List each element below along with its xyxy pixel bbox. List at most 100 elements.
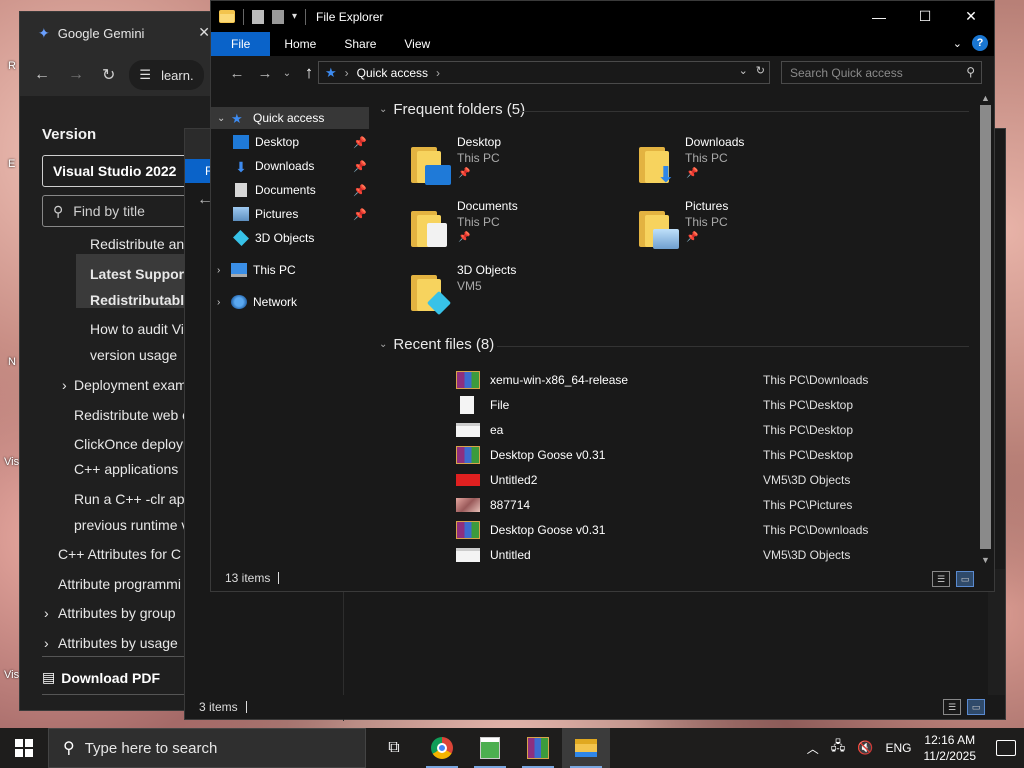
minimize-icon[interactable]: — xyxy=(856,1,902,32)
details-view-icon[interactable]: ☰ xyxy=(932,571,950,587)
expanded-chevron-icon[interactable]: ⌄ xyxy=(217,113,231,124)
breadcrumb[interactable]: Quick access xyxy=(357,66,428,80)
sidebar-item-network[interactable]: › Network xyxy=(211,291,369,313)
recent-files-header[interactable]: ⌄ Recent files (8) xyxy=(379,336,494,353)
clock[interactable]: 12:16 AM 11/2/2025 xyxy=(924,732,977,764)
frequent-folder-tile[interactable]: ⬇ Downloads This PC 📌 xyxy=(639,135,859,191)
collapsed-chevron-icon[interactable]: › xyxy=(217,297,231,308)
reload-icon[interactable]: ↻ xyxy=(102,65,115,85)
collapsed-chevron-icon[interactable]: › xyxy=(217,265,231,276)
toc-item[interactable]: ClickOnce deploym xyxy=(74,436,195,452)
tab-file[interactable]: File xyxy=(211,32,271,56)
toc-item[interactable]: How to audit Vi xyxy=(90,321,184,337)
forward-arrow-icon[interactable]: → xyxy=(251,58,279,88)
tiles-view-icon[interactable]: ▭ xyxy=(956,571,974,587)
collapse-chevron-icon[interactable]: ⌄ xyxy=(379,104,387,115)
large-icons-view-icon[interactable]: ▭ xyxy=(967,699,985,715)
list-item[interactable]: Desktop Goose v0.31 This PC\Desktop xyxy=(456,444,981,466)
details-view-icon[interactable]: ☰ xyxy=(943,699,961,715)
toc-expander-icon[interactable]: › xyxy=(44,635,49,651)
scroll-down-icon[interactable]: ▼ xyxy=(981,555,990,565)
chrome-taskbar-button[interactable] xyxy=(418,728,466,768)
toc-item[interactable]: Redistributable xyxy=(90,292,192,308)
customize-toolbar-icon[interactable]: ▾ xyxy=(292,11,297,22)
list-item[interactable]: 887714 This PC\Pictures xyxy=(456,494,981,516)
frequent-folders-header[interactable]: ⌄ Frequent folders (5) xyxy=(379,101,525,118)
toc-expander-icon[interactable]: › xyxy=(62,377,67,393)
desktop-icon-label[interactable]: Vis xyxy=(4,456,19,468)
toc-item[interactable]: Attributes by group xyxy=(58,605,176,621)
frequent-folder-tile[interactable]: Pictures This PC 📌 xyxy=(639,199,859,255)
show-hidden-icons-icon[interactable]: ︿ xyxy=(807,740,819,757)
maximize-icon[interactable]: ☐ xyxy=(902,1,948,32)
sidebar-item-downloads[interactable]: ⬇ Downloads 📌 xyxy=(211,155,369,177)
winrar-taskbar-button[interactable] xyxy=(514,728,562,768)
input-language[interactable]: ENG xyxy=(885,741,911,755)
sidebar-item-documents[interactable]: Documents 📌 xyxy=(211,179,369,201)
sidebar-item-3d-objects[interactable]: 3D Objects xyxy=(211,227,369,249)
list-item[interactable]: ea This PC\Desktop xyxy=(456,419,981,441)
toc-item[interactable]: version usage xyxy=(90,347,177,363)
toc-item[interactable]: Run a C++ -clr ap xyxy=(74,491,185,507)
sidebar-item-quick-access[interactable]: ⌄ ★ Quick access xyxy=(211,107,369,129)
recent-locations-icon[interactable]: ⌄ xyxy=(279,58,295,88)
list-item[interactable]: Untitled VM5\3D Objects xyxy=(456,544,981,566)
address-bar[interactable]: ★ › Quick access › ⌄ ↻ xyxy=(318,61,770,84)
toc-item[interactable]: Deployment exam xyxy=(74,377,187,393)
toc-item[interactable]: Latest Supporte xyxy=(90,266,197,282)
address-history-icon[interactable]: ⌄ xyxy=(739,64,748,77)
list-item[interactable]: Desktop Goose v0.31 This PC\Downloads xyxy=(456,519,981,541)
file-tab[interactable]: F xyxy=(185,159,212,183)
desktop-icon-label[interactable]: N xyxy=(8,356,16,368)
forward-arrow-icon[interactable]: → xyxy=(68,66,84,84)
toc-item[interactable]: C++ Attributes for C xyxy=(58,546,181,562)
tab-home[interactable]: Home xyxy=(270,32,330,56)
tab-view[interactable]: View xyxy=(390,32,444,56)
toc-item[interactable]: Redistribute web c xyxy=(74,407,189,423)
start-button[interactable] xyxy=(0,728,48,768)
toc-item[interactable]: C++ applications xyxy=(74,461,178,477)
breadcrumb-separator-icon[interactable]: › xyxy=(345,66,349,80)
desktop-icon-label[interactable]: E xyxy=(8,158,15,170)
refresh-icon[interactable]: ↻ xyxy=(756,64,765,77)
toc-item[interactable]: previous runtime v xyxy=(74,517,188,533)
close-icon[interactable]: ✕ xyxy=(948,1,994,32)
browser-tab[interactable]: ✦ Google Gemini ✕ xyxy=(20,12,220,54)
collapse-chevron-icon[interactable]: ⌄ xyxy=(379,339,387,350)
properties-icon[interactable] xyxy=(252,9,264,24)
new-folder-icon[interactable] xyxy=(272,9,284,24)
network-status-icon[interactable]: 🖧 xyxy=(831,737,846,759)
notifications-icon[interactable] xyxy=(996,740,1016,756)
url-bar[interactable]: ☰ learn. xyxy=(129,60,204,90)
volume-muted-icon[interactable]: 🔇 xyxy=(857,740,873,756)
sidebar-item-desktop[interactable]: Desktop 📌 xyxy=(211,131,369,153)
toc-item[interactable]: Redistribute an xyxy=(90,236,184,252)
sidebar-item-pictures[interactable]: Pictures 📌 xyxy=(211,203,369,225)
frequent-folder-tile[interactable]: Desktop This PC 📌 xyxy=(411,135,631,191)
toc-item[interactable]: Attribute programmi xyxy=(58,576,181,592)
list-item[interactable]: Untitled2 VM5\3D Objects xyxy=(456,469,981,491)
task-view-button[interactable]: ⧉ xyxy=(370,728,418,768)
scrollbar-thumb[interactable] xyxy=(980,105,991,549)
frequent-folder-tile[interactable]: 3D Objects VM5 xyxy=(411,263,631,319)
back-arrow-icon[interactable]: ← xyxy=(34,66,50,84)
site-settings-icon[interactable]: ☰ xyxy=(139,67,151,83)
desktop-icon-label[interactable]: Vis xyxy=(4,669,19,681)
desktop-icon-label[interactable]: R xyxy=(8,60,16,72)
toc-item[interactable]: Attributes by usage xyxy=(58,635,178,651)
taskbar-search-box[interactable]: ⚲ Type here to search xyxy=(48,728,366,768)
breadcrumb-separator-icon[interactable]: › xyxy=(436,66,440,80)
file-explorer-taskbar-button[interactable] xyxy=(562,728,610,768)
frequent-folder-tile[interactable]: Documents This PC 📌 xyxy=(411,199,631,255)
tab-share[interactable]: Share xyxy=(330,32,390,56)
expand-ribbon-icon[interactable]: ⌄ xyxy=(953,37,962,50)
sidebar-item-this-pc[interactable]: › This PC xyxy=(211,259,369,281)
list-item[interactable]: xemu-win-x86_64-release This PC\Download… xyxy=(456,369,981,391)
close-tab-icon[interactable]: ✕ xyxy=(198,24,210,41)
toc-expander-icon[interactable]: › xyxy=(44,605,49,621)
editor-taskbar-button[interactable] xyxy=(466,728,514,768)
scroll-up-icon[interactable]: ▲ xyxy=(981,93,990,103)
vertical-scrollbar[interactable]: ▲ ▼ xyxy=(977,91,994,567)
search-input[interactable]: Search Quick access ⚲ xyxy=(781,61,982,84)
list-item[interactable]: File This PC\Desktop xyxy=(456,394,981,416)
